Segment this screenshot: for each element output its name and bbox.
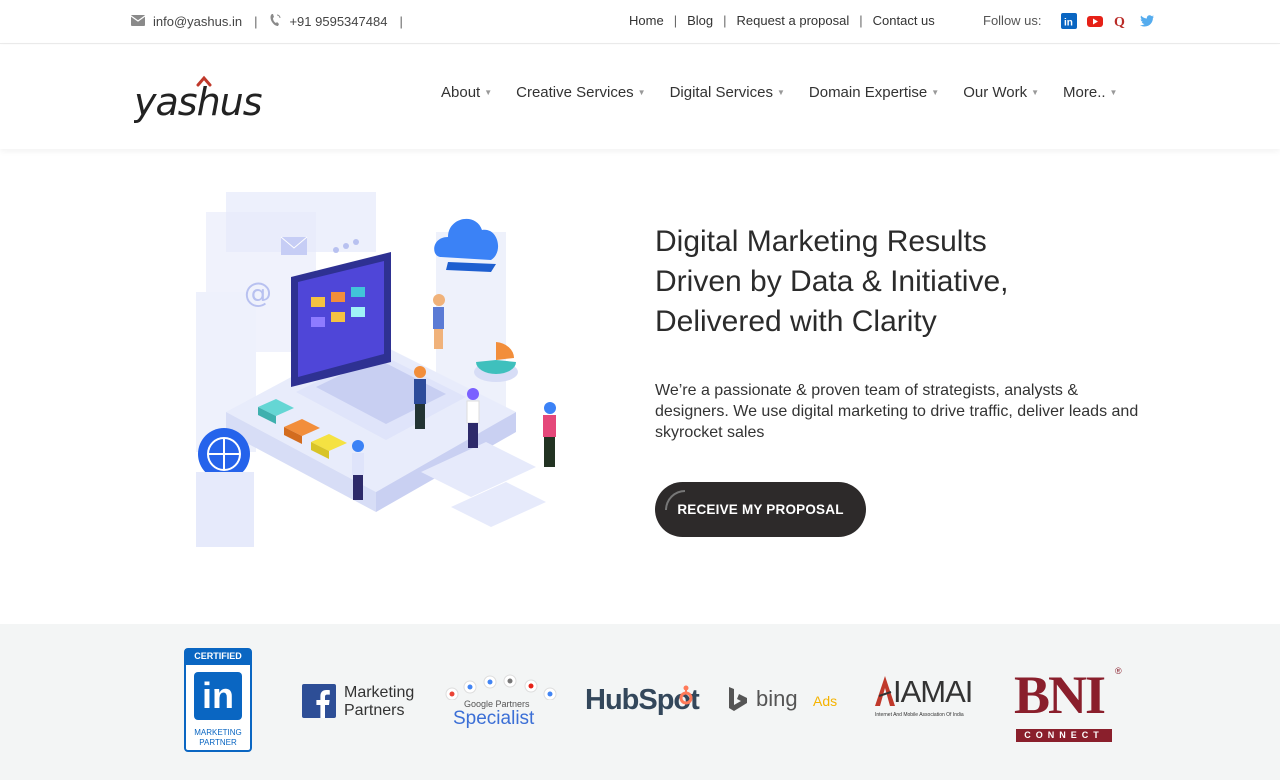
iamai-subtext: Internet And Mobile Association Of India [875, 712, 964, 718]
cta-label: RECEIVE MY PROPOSAL [677, 502, 844, 517]
top-link-contact[interactable]: Contact us [873, 13, 935, 28]
chevron-down-icon: ▼ [1031, 88, 1040, 97]
nav-item-domain-expertise[interactable]: Domain Expertise ▼ [809, 84, 939, 101]
chevron-down-icon: ▼ [1109, 88, 1118, 97]
nav-item-creative-services[interactable]: Creative Services ▼ [516, 84, 645, 101]
hubspot-logo: HubSpot [585, 684, 705, 720]
bing-text: bing [756, 686, 798, 711]
top-link-blog[interactable]: Blog [687, 13, 713, 28]
bni-text: BNI [1014, 665, 1106, 725]
twitter-icon[interactable] [1139, 13, 1155, 29]
partners-strip: CERTIFIED in MARKETING PARTNER Marketing… [0, 624, 1280, 780]
top-link-request-proposal[interactable]: Request a proposal [737, 13, 850, 28]
iamai-logo: IAMAI Internet And Mobile Association Of… [875, 674, 980, 722]
decorative-arc [665, 490, 685, 510]
quora-icon[interactable]: Q [1113, 13, 1129, 30]
top-bar: info@yashus.in | +91 9595347484 | Home |… [0, 0, 1280, 44]
linkedin-logo: in [202, 675, 234, 716]
nav-item-digital-services[interactable]: Digital Services ▼ [670, 84, 785, 101]
bni-connect-text: CONNECT [1016, 729, 1112, 742]
linkedin-icon[interactable]: in [1061, 13, 1077, 29]
google-partners-specialist: Google Partners Specialist [442, 674, 562, 732]
divider: | [673, 13, 678, 28]
email-link[interactable]: info@yashus.in [153, 14, 242, 29]
divider: | [723, 13, 727, 28]
yashus-logo[interactable]: yashus [133, 75, 268, 135]
ads-text: Ads [813, 693, 838, 709]
svg-text:yashus: yashus [134, 80, 262, 124]
iamai-mark-icon [875, 676, 895, 706]
iamai-text: IAMAI [893, 674, 973, 709]
social-links: in Q [1061, 13, 1155, 30]
nav-item-our-work[interactable]: Our Work ▼ [963, 84, 1039, 101]
registered-mark: ® [1115, 666, 1122, 676]
hero-description: We’re a passionate & proven team of stra… [655, 382, 1139, 441]
hero-illustration: @ [186, 172, 566, 562]
chevron-down-icon: ▼ [776, 88, 785, 97]
main-nav: About ▼ Creative Services ▼ Digital Serv… [441, 84, 1117, 101]
specialist-text: Specialist [453, 708, 535, 729]
nav-item-label: Our Work [963, 84, 1028, 101]
follow-us-label: Follow us: [983, 13, 1042, 28]
svg-text:in: in [1064, 18, 1073, 29]
headline-line: Delivered with Clarity [655, 305, 937, 338]
main-header: yashus About ▼ Creative Services ▼ Digit… [0, 45, 1280, 149]
chevron-down-icon: ▼ [484, 88, 493, 97]
contact-info: info@yashus.in | +91 9595347484 | [130, 13, 415, 30]
nav-item-label: Digital Services [669, 84, 773, 101]
envelope-icon [130, 14, 146, 29]
nav-item-label: Creative Services [516, 84, 634, 101]
hero-headline: Digital Marketing Results Driven by Data… [655, 222, 1175, 342]
badge-bottom-text: MARKETING [194, 728, 242, 737]
hubspot-sprocket-icon [679, 685, 693, 705]
nav-item-about[interactable]: About ▼ [441, 84, 492, 101]
divider: | [254, 14, 258, 29]
top-link-home[interactable]: Home [629, 13, 664, 28]
nav-item-more[interactable]: More.. ▼ [1063, 84, 1117, 101]
bni-connect-logo: BNI ® CONNECT [1014, 666, 1126, 744]
nav-item-label: More.. [1063, 84, 1106, 101]
facebook-icon [302, 684, 336, 718]
phone-icon [269, 13, 281, 30]
badge-bottom-text: PARTNER [199, 738, 237, 747]
linkedin-partner-badge: CERTIFIED in MARKETING PARTNER [184, 648, 252, 752]
top-links: Home | Blog | Request a proposal | Conta… [629, 13, 935, 28]
phone-link[interactable]: +91 9595347484 [289, 14, 387, 29]
fb-partner-text: Partners [344, 702, 405, 719]
bing-icon [729, 687, 747, 711]
chevron-down-icon: ▼ [931, 88, 940, 97]
google-products-icon [445, 674, 557, 700]
bing-ads-logo: bing Ads [727, 686, 847, 718]
divider: | [399, 14, 403, 29]
divider: | [859, 13, 863, 28]
facebook-marketing-partners: Marketing Partners [302, 684, 422, 720]
receive-proposal-button[interactable]: RECEIVE MY PROPOSAL [655, 482, 866, 537]
svg-text:Q: Q [1114, 15, 1125, 29]
nav-item-label: About [441, 84, 481, 101]
svg-text:@: @ [244, 276, 272, 309]
chevron-down-icon: ▼ [637, 88, 646, 97]
youtube-icon[interactable] [1087, 13, 1103, 29]
fb-partner-text: Marketing [344, 684, 415, 701]
badge-top-text: CERTIFIED [194, 651, 242, 661]
headline-line: Digital Marketing Results [655, 225, 987, 258]
headline-line: Driven by Data & Initiative, [655, 265, 1009, 298]
nav-item-label: Domain Expertise [808, 84, 928, 101]
